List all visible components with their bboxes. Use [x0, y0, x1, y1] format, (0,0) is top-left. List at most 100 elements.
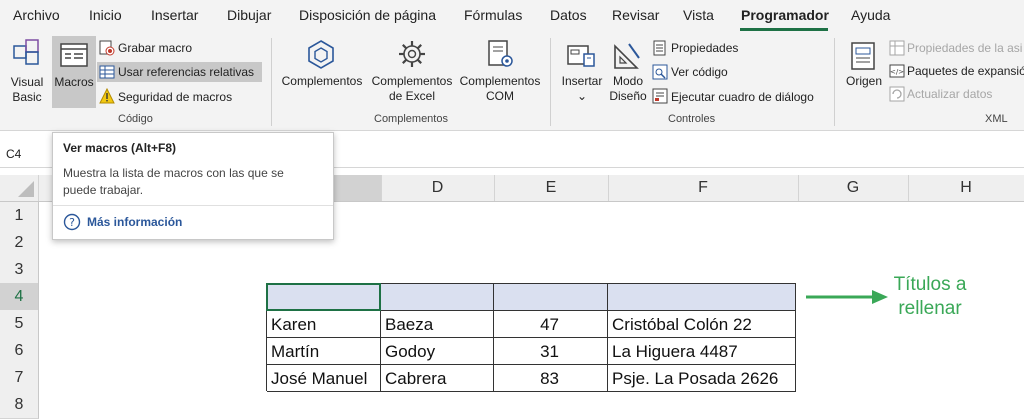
table-cell[interactable]: Martín: [267, 338, 381, 365]
table-cell[interactable]: La Higuera 4487: [608, 338, 796, 365]
macros-tooltip: Ver macros (Alt+F8) Muestra la lista de …: [52, 132, 334, 240]
active-cell-outline: [266, 283, 381, 311]
complementos-excel-line1: Complementos: [371, 74, 453, 88]
complementos-excel-button[interactable]: Complementos de Excel: [368, 74, 456, 104]
tooltip-divider: [53, 205, 333, 206]
visual-basic-line1: Visual: [10, 75, 44, 89]
group-label-codigo: Código: [118, 113, 153, 125]
table-cell[interactable]: Karen: [267, 311, 381, 338]
visual-basic-button[interactable]: Visual Basic: [6, 75, 48, 105]
table-cell[interactable]: José Manuel: [267, 365, 381, 392]
svg-text:</>: </>: [890, 68, 904, 76]
expansion-packs-icon: </>: [889, 64, 905, 78]
table-cell[interactable]: Cabrera: [381, 365, 494, 392]
complementos-com-line1: Complementos: [459, 74, 541, 88]
tab-ayuda[interactable]: Ayuda: [851, 7, 890, 23]
column-header-h[interactable]: H: [908, 175, 1024, 201]
tab-dibujar[interactable]: Dibujar: [227, 7, 271, 23]
annotation-line1: Títulos a: [893, 274, 967, 295]
tab-archivo[interactable]: Archivo: [13, 7, 60, 23]
com-add-ins-icon: [488, 40, 513, 67]
run-dialog-icon: [652, 88, 668, 104]
group-label-controles: Controles: [668, 113, 716, 125]
complementos-com-line2: COM: [486, 89, 514, 103]
complementos-excel-line2: de Excel: [388, 89, 436, 103]
tab-datos[interactable]: Datos: [550, 7, 587, 23]
refresh-data-icon: [889, 86, 905, 102]
column-header-g[interactable]: G: [798, 175, 909, 201]
ver-codigo-button[interactable]: Ver código: [671, 64, 728, 80]
view-code-icon: [652, 64, 668, 80]
active-tab-indicator: [740, 28, 828, 31]
row-header-7[interactable]: 7: [0, 364, 39, 392]
tab-formulas[interactable]: Fórmulas: [464, 7, 522, 23]
tab-insertar[interactable]: Insertar: [151, 7, 198, 23]
row-header-6[interactable]: 6: [0, 337, 39, 365]
macros-icon: [60, 43, 88, 67]
column-header-d[interactable]: D: [381, 175, 495, 201]
add-ins-hexagon-icon: [308, 40, 334, 69]
design-mode-icon: [614, 43, 640, 69]
column-header-f[interactable]: F: [608, 175, 799, 201]
menu-bar: Archivo Inicio Insertar Dibujar Disposic…: [0, 0, 1024, 32]
warning-icon: [99, 88, 115, 104]
name-box[interactable]: C4: [0, 141, 56, 167]
tab-revisar[interactable]: Revisar: [612, 7, 659, 23]
ejecutar-cuadro-button[interactable]: Ejecutar cuadro de diálogo: [671, 89, 814, 105]
complementos-com-button[interactable]: Complementos COM: [457, 74, 543, 104]
row-header-1[interactable]: 1: [0, 202, 39, 230]
group-label-xml: XML: [985, 113, 1008, 125]
tooltip-description: Muestra la lista de macros con las que s…: [63, 166, 284, 197]
header-cell-e4[interactable]: [494, 284, 608, 311]
row-header-3[interactable]: 3: [0, 256, 39, 284]
column-header-c[interactable]: [332, 175, 382, 201]
tab-inicio[interactable]: Inicio: [89, 7, 122, 23]
tab-disposicion[interactable]: Disposición de página: [299, 7, 436, 23]
row-header-8[interactable]: 8: [0, 391, 39, 419]
propiedades-button[interactable]: Propiedades: [671, 40, 738, 56]
visual-basic-line2: Basic: [12, 90, 42, 104]
paquetes-expansion-button[interactable]: Paquetes de expansió: [907, 63, 1024, 79]
row-header-4[interactable]: 4: [0, 283, 39, 311]
origen-button[interactable]: Origen: [841, 74, 887, 89]
annotation-line2: rellenar: [898, 298, 962, 319]
svg-text:?: ?: [69, 216, 75, 229]
excel-add-ins-gear-icon: [399, 41, 425, 67]
tab-programador[interactable]: Programador: [741, 7, 829, 23]
insert-controls-icon: [567, 45, 595, 67]
complementos-button[interactable]: Complementos: [280, 74, 364, 89]
propiedades-asignacion-button[interactable]: Propiedades de la asi: [907, 40, 1022, 56]
table-cell[interactable]: 31: [494, 338, 608, 365]
visual-basic-icon: [13, 39, 39, 65]
usar-referencias-button[interactable]: Usar referencias relativas: [118, 64, 254, 80]
tab-vista[interactable]: Vista: [683, 7, 714, 23]
properties-icon: [653, 40, 666, 56]
column-header-e[interactable]: E: [494, 175, 609, 201]
modo-diseno-button[interactable]: Modo Diseño: [606, 74, 650, 104]
select-all-triangle-icon: [18, 181, 34, 197]
header-cell-f4[interactable]: [608, 284, 796, 311]
macros-label: Macros: [54, 75, 94, 89]
tooltip-title: Ver macros (Alt+F8): [63, 141, 177, 155]
relative-references-icon: [99, 65, 115, 79]
actualizar-datos-button[interactable]: Actualizar datos: [907, 86, 992, 102]
row-header-5[interactable]: 5: [0, 310, 39, 338]
table-cell[interactable]: Cristóbal Colón 22: [608, 311, 796, 338]
row-header-2[interactable]: 2: [0, 229, 39, 257]
grabar-macro-button[interactable]: Grabar macro: [118, 40, 192, 56]
mas-informacion-link[interactable]: Más información: [87, 215, 182, 229]
table-cell[interactable]: 47: [494, 311, 608, 338]
map-properties-icon: [889, 40, 905, 56]
seguridad-macros-button[interactable]: Seguridad de macros: [118, 89, 232, 105]
table-cell[interactable]: Baeza: [381, 311, 494, 338]
help-icon: ?: [63, 213, 81, 231]
modo-diseno-line2: Diseño: [609, 89, 647, 103]
separator: [271, 38, 272, 126]
insertar-button[interactable]: Insertar ⌄: [560, 74, 604, 104]
table-cell[interactable]: Psje. La Posada 2626: [608, 365, 796, 392]
table-cell[interactable]: 83: [494, 365, 608, 392]
annotation-text: Títulos a rellenar: [870, 273, 990, 321]
select-all-corner[interactable]: [0, 175, 39, 201]
table-cell[interactable]: Godoy: [381, 338, 494, 365]
header-cell-d4[interactable]: [381, 284, 494, 311]
